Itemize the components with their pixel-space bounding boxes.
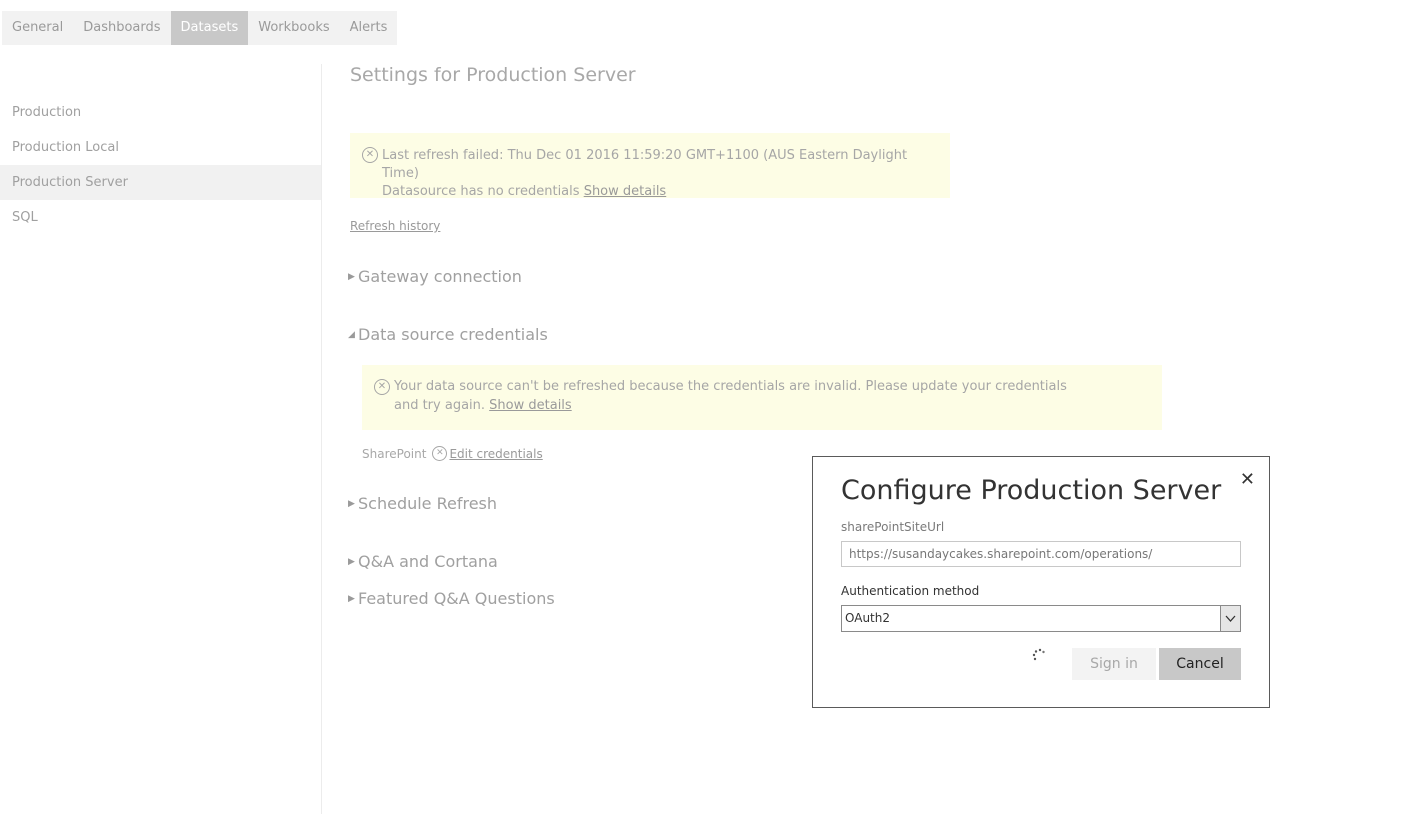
sidebar-divider [321,64,322,814]
show-details-link[interactable]: Show details [489,398,572,413]
sharepoint-label: SharePoint [362,446,427,461]
auth-method-label: Authentication method [841,584,980,598]
sign-in-button[interactable]: Sign in [1072,648,1156,680]
top-tab-bar: General Dashboards Datasets Workbooks Al… [2,11,398,45]
sidebar-item-sql[interactable]: SQL [0,200,321,235]
cancel-button[interactable]: Cancel [1159,648,1241,680]
tab-alerts[interactable]: Alerts [340,11,398,45]
dialog-title: Configure Production Server [841,475,1222,506]
refresh-history-link[interactable]: Refresh history [350,219,440,233]
collapse-caret-icon: ◢ [348,329,355,340]
invalid-credentials-alert: ✕ Your data source can't be refreshed be… [362,365,1162,430]
error-circle-icon: ✕ [432,446,448,461]
schedule-refresh-section[interactable]: ▶ Schedule Refresh [348,494,497,513]
section-label: Q&A and Cortana [358,552,498,571]
tab-general[interactable]: General [2,11,73,45]
page-title: Settings for Production Server [350,64,636,86]
sidebar-item-production-local[interactable]: Production Local [0,130,321,165]
section-label: Data source credentials [358,325,548,344]
expand-caret-icon: ▶ [348,556,355,567]
chevron-down-icon[interactable] [1220,606,1240,631]
expand-caret-icon: ▶ [348,498,355,509]
edit-credentials-link[interactable]: Edit credentials [449,447,542,461]
configure-dialog: Configure Production Server ✕ sharePoint… [812,456,1270,708]
expand-caret-icon: ▶ [348,593,355,604]
section-label: Schedule Refresh [358,494,498,513]
tab-workbooks[interactable]: Workbooks [248,11,339,45]
refresh-failed-alert: ✕ Last refresh failed: Thu Dec 01 2016 1… [350,133,950,199]
dataset-sidebar: Production Production Local Production S… [0,95,321,235]
gateway-connection-section[interactable]: ▶ Gateway connection [348,267,522,286]
sharepoint-credential-row: SharePoint ✕ Edit credentials [362,446,543,461]
qa-cortana-section[interactable]: ▶ Q&A and Cortana [348,552,498,571]
error-circle-icon: ✕ [374,379,390,395]
show-details-link[interactable]: Show details [584,184,667,199]
tab-dashboards[interactable]: Dashboards [73,11,170,45]
data-source-credentials-section[interactable]: ◢ Data source credentials [348,325,548,344]
sharepoint-url-input[interactable] [841,541,1241,567]
section-label: Gateway connection [358,267,522,286]
sidebar-item-production-server[interactable]: Production Server [0,165,321,200]
close-icon[interactable]: ✕ [1240,469,1255,490]
section-label: Featured Q&A Questions [358,589,555,608]
auth-method-select[interactable]: OAuth2 [841,605,1241,632]
no-credentials-message: Datasource has no credentials [382,184,580,199]
error-circle-icon: ✕ [362,147,378,163]
sidebar-item-production[interactable]: Production [0,95,321,130]
loading-spinner-icon [1031,647,1047,667]
tab-datasets[interactable]: Datasets [170,11,249,45]
auth-method-value: OAuth2 [845,611,890,625]
sharepoint-url-label: sharePointSiteUrl [841,520,945,534]
refresh-failed-message: Last refresh failed: Thu Dec 01 2016 11:… [382,148,908,181]
expand-caret-icon: ▶ [348,271,355,282]
featured-qa-section[interactable]: ▶ Featured Q&A Questions [348,589,555,608]
